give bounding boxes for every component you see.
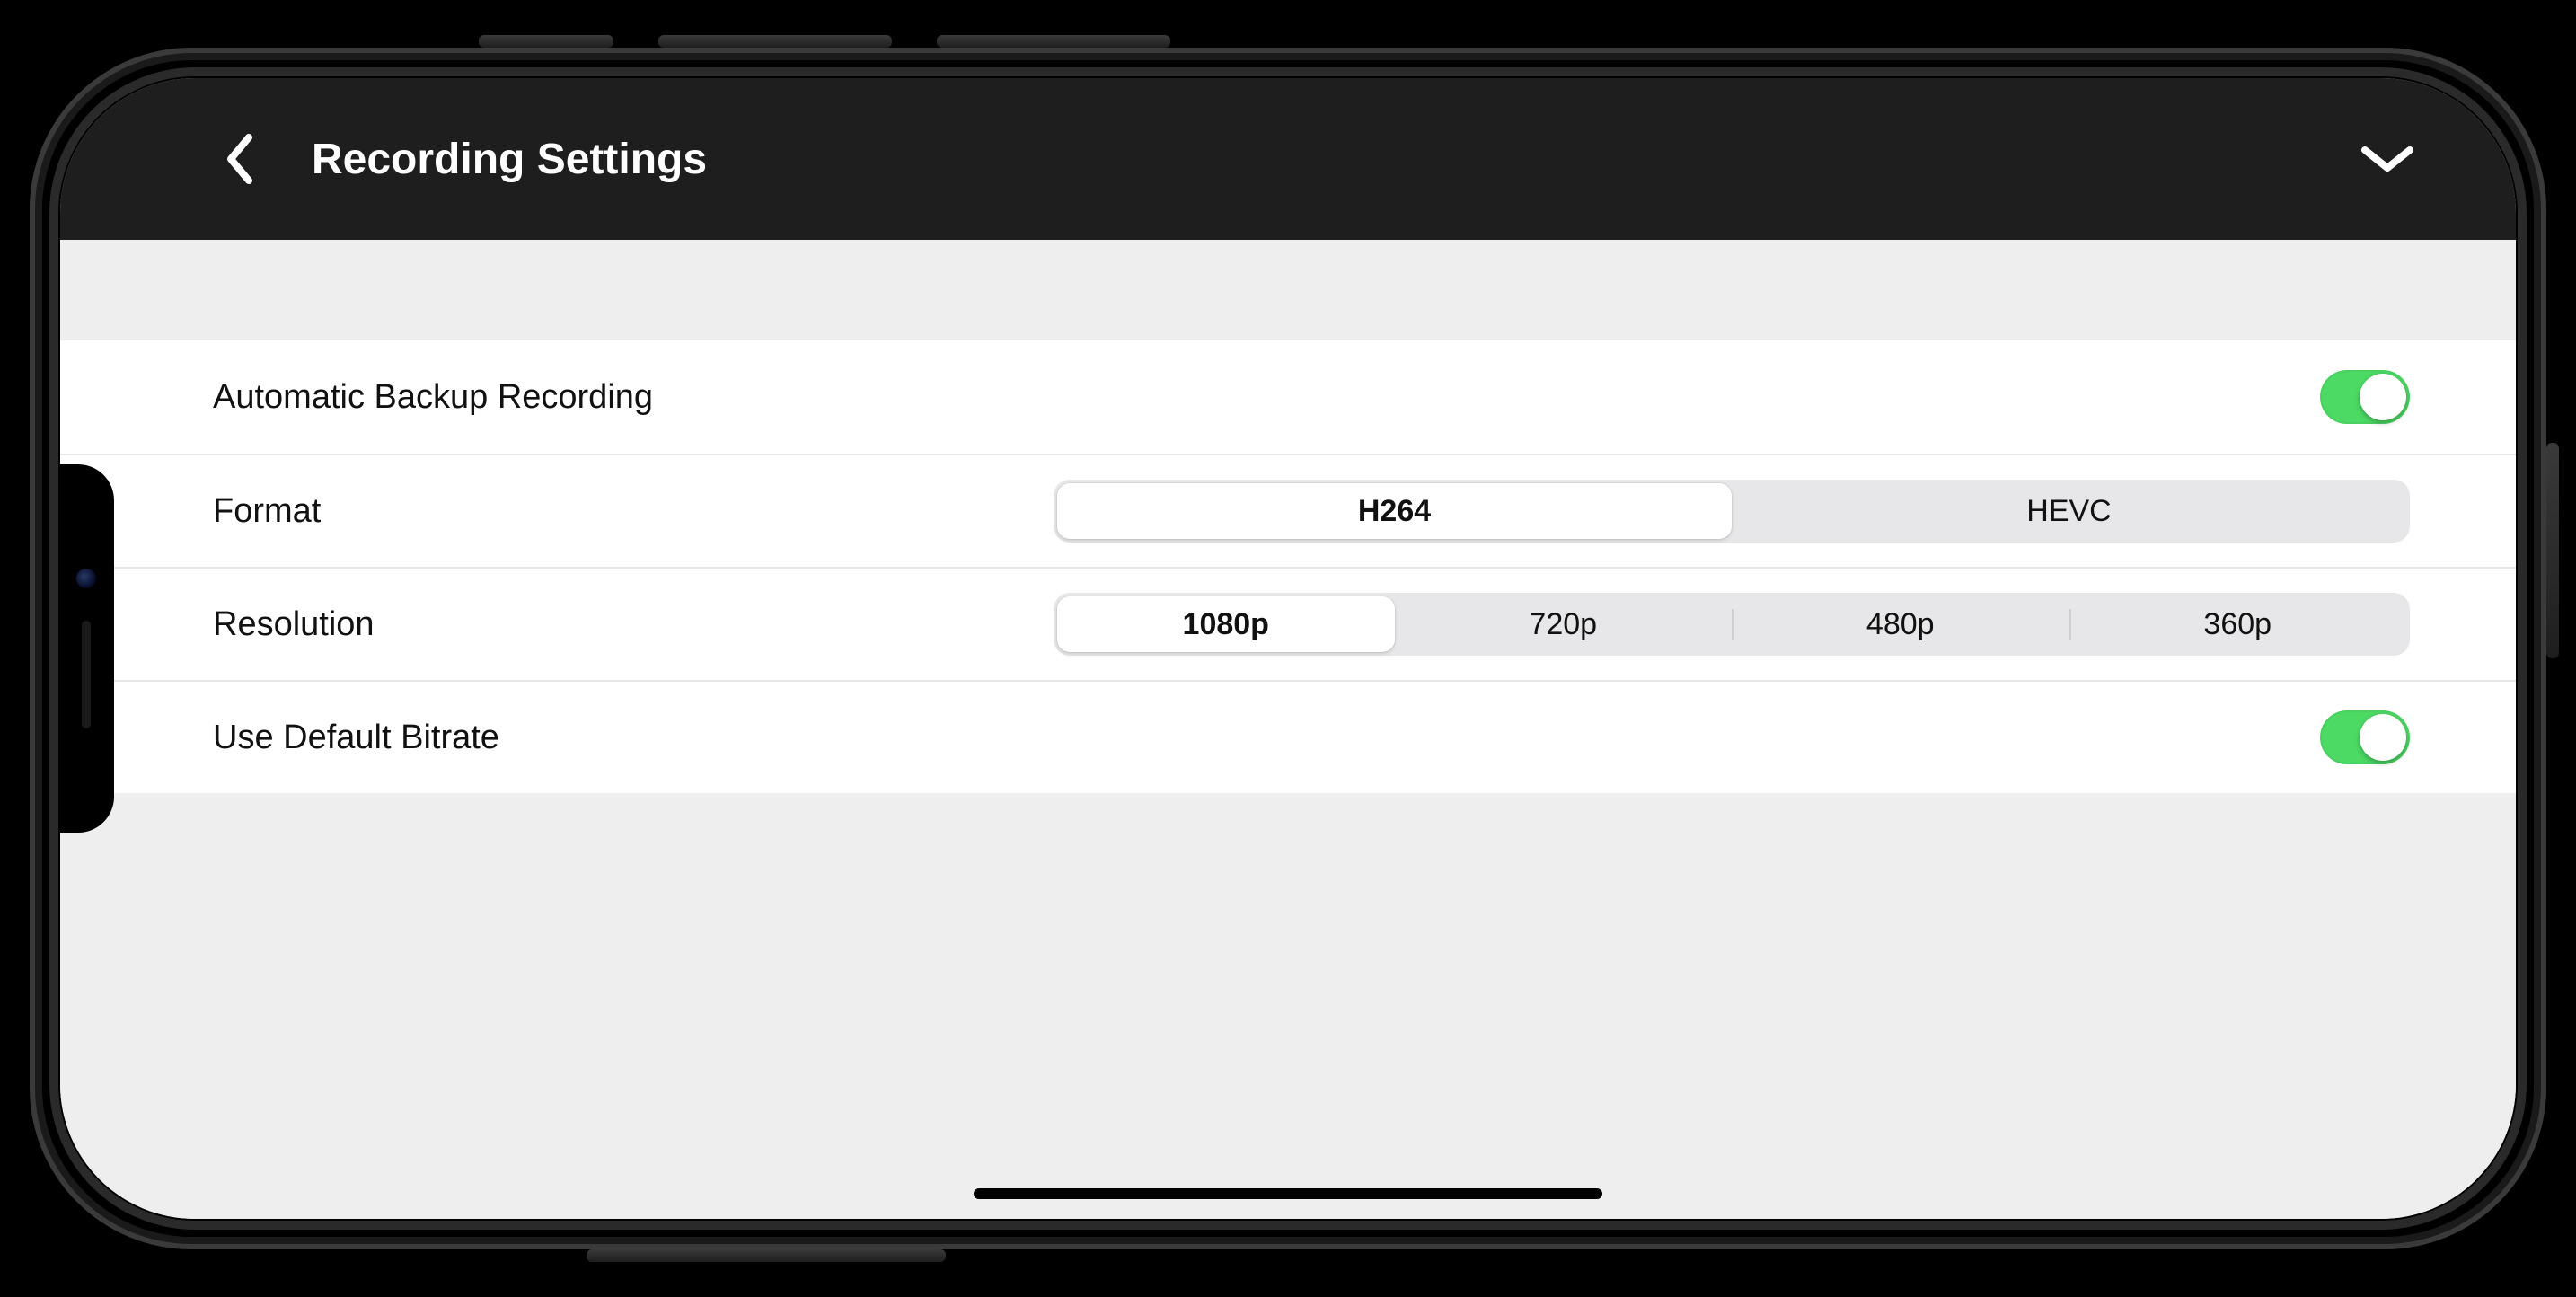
screen: Recording Settings Automatic Backup Reco… (60, 78, 2516, 1219)
row-format: Format H264 HEVC (60, 454, 2516, 567)
content-area: Automatic Backup Recording Format H264 H… (60, 240, 2516, 1219)
resolution-segmented: 1080p 720p 480p 360p (1054, 593, 2410, 656)
row-resolution: Resolution 1080p 720p 480p 360p (60, 567, 2516, 680)
toggle-knob (2360, 374, 2406, 420)
row-use-default-bitrate: Use Default Bitrate (60, 680, 2516, 793)
resolution-option-480p[interactable]: 480p (1732, 596, 2069, 652)
resolution-option-720p[interactable]: 720p (1395, 596, 1733, 652)
automatic-backup-toggle[interactable] (2320, 370, 2410, 424)
resolution-option-1080p[interactable]: 1080p (1057, 596, 1395, 652)
power-button (587, 1249, 946, 1262)
format-option-hevc[interactable]: HEVC (1732, 483, 2406, 539)
side-button (2546, 443, 2559, 658)
format-option-h264[interactable]: H264 (1057, 483, 1732, 539)
format-label: Format (213, 492, 895, 531)
settings-list: Automatic Backup Recording Format H264 H… (60, 340, 2516, 793)
use-default-bitrate-label: Use Default Bitrate (213, 719, 895, 757)
resolution-option-360p[interactable]: 360p (2069, 596, 2407, 652)
automatic-backup-label: Automatic Backup Recording (213, 378, 895, 417)
front-camera-icon (76, 569, 96, 588)
volume-up-button (658, 35, 892, 48)
phone-frame: Recording Settings Automatic Backup Reco… (30, 48, 2546, 1249)
earpiece-speaker (82, 621, 91, 728)
toggle-knob (2360, 714, 2406, 761)
format-segmented: H264 HEVC (1054, 480, 2410, 543)
volume-down-button (937, 35, 1170, 48)
use-default-bitrate-toggle[interactable] (2320, 710, 2410, 764)
chevron-down-icon[interactable] (2358, 141, 2417, 177)
mute-switch (479, 35, 613, 48)
page-title: Recording Settings (312, 135, 2304, 184)
row-automatic-backup: Automatic Backup Recording (60, 340, 2516, 454)
header-bar: Recording Settings (60, 78, 2516, 240)
back-icon[interactable] (222, 132, 258, 186)
resolution-label: Resolution (213, 605, 895, 644)
home-indicator[interactable] (974, 1188, 1602, 1199)
device-notch (60, 464, 114, 833)
